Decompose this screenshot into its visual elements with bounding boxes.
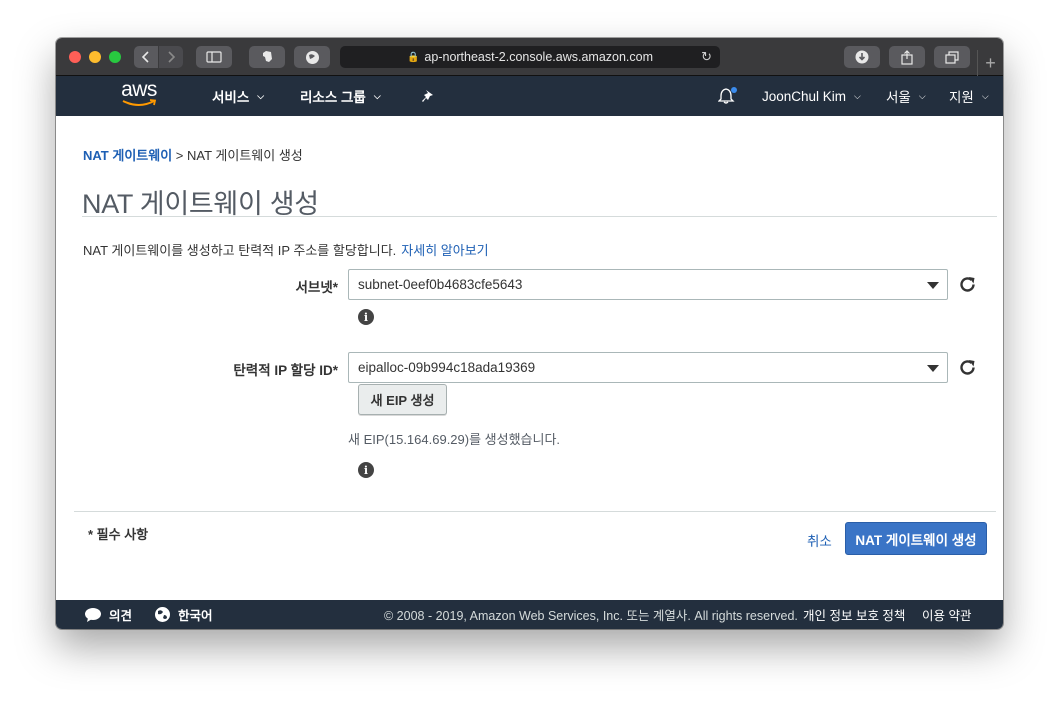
resource-groups-menu[interactable]: 리소스 그룹 ⌵ xyxy=(300,76,381,116)
pin-icon xyxy=(422,90,433,102)
tabs-overview-button[interactable] xyxy=(934,46,970,68)
page-description: NAT 게이트웨이를 생성하고 탄력적 IP 주소를 할당합니다. 자세히 알아보… xyxy=(83,243,489,258)
services-menu[interactable]: 서비스 ⌵ xyxy=(212,76,264,116)
maximize-window-button[interactable] xyxy=(109,51,121,63)
dropdown-arrow-icon xyxy=(927,365,939,372)
sidebar-toggle-button[interactable] xyxy=(196,46,232,68)
required-note: * 필수 사항 xyxy=(88,527,149,542)
learn-more-link[interactable]: 자세히 알아보기 xyxy=(401,243,488,258)
create-new-eip-button[interactable]: 새 EIP 생성 xyxy=(358,384,447,415)
breadcrumb-separator: > xyxy=(172,148,187,163)
bell-icon xyxy=(718,87,737,104)
reload-icon[interactable]: ↻ xyxy=(701,49,712,65)
chevron-left-icon xyxy=(141,51,149,63)
terms-of-use-link[interactable]: 이용 약관 xyxy=(922,600,971,629)
form-footer-divider xyxy=(74,511,996,512)
console-footer: 의견 한국어 © 2008 - 2019, Amazon Web Service… xyxy=(56,600,1003,629)
support-menu[interactable]: 지원 ⌵ xyxy=(949,76,989,116)
aws-logo[interactable]: aws xyxy=(118,79,160,109)
share-icon xyxy=(901,49,913,65)
subnet-refresh-icon[interactable] xyxy=(958,275,978,295)
url-text: ap-northeast-2.console.aws.amazon.com xyxy=(424,50,654,64)
notifications-button[interactable] xyxy=(718,76,738,116)
browser-window: 🔒 ap-northeast-2.console.aws.amazon.com … xyxy=(56,38,1003,629)
chevron-down-icon: ⌵ xyxy=(373,90,381,101)
privacy-policy-link[interactable]: 개인 정보 보호 정책 xyxy=(803,600,905,629)
lock-icon: 🔒 xyxy=(406,51,420,63)
sidebar-icon xyxy=(206,51,222,63)
chevron-down-icon: ⌵ xyxy=(918,90,926,101)
breadcrumb-current: NAT 게이트웨이 생성 xyxy=(187,148,303,163)
region-menu[interactable]: 서울 ⌵ xyxy=(886,76,926,116)
chevron-down-icon: ⌵ xyxy=(981,90,989,101)
aws-top-nav: aws 서비스 ⌵ 리소스 그룹 ⌵ JoonChul Kim ⌵ 서울 ⌵ 지… xyxy=(56,76,1003,116)
subnet-select[interactable]: subnet-0eef0b4683cfe5643 xyxy=(348,269,948,300)
minimize-window-button[interactable] xyxy=(89,51,101,63)
extension-button[interactable] xyxy=(294,46,330,68)
copyright-text: © 2008 - 2019, Amazon Web Services, Inc.… xyxy=(384,609,798,623)
cancel-link[interactable]: 취소 xyxy=(807,530,832,550)
globe-icon xyxy=(154,606,171,623)
evernote-extension-button[interactable] xyxy=(249,46,285,68)
user-menu[interactable]: JoonChul Kim ⌵ xyxy=(762,76,861,116)
feedback-button[interactable]: 의견 xyxy=(84,600,132,629)
browser-toolbar: 🔒 ap-northeast-2.console.aws.amazon.com … xyxy=(56,38,1003,76)
forward-button[interactable] xyxy=(159,46,183,68)
language-selector[interactable]: 한국어 xyxy=(154,600,213,629)
dropdown-arrow-icon xyxy=(927,282,939,289)
address-bar[interactable]: 🔒 ap-northeast-2.console.aws.amazon.com … xyxy=(340,46,720,68)
globe-extension-icon xyxy=(305,50,319,64)
close-window-button[interactable] xyxy=(69,51,81,63)
chevron-down-icon: ⌵ xyxy=(257,90,265,101)
main-content: NAT 게이트웨이 > NAT 게이트웨이 생성 NAT 게이트웨이 생성 NA… xyxy=(56,116,1003,600)
title-divider xyxy=(82,216,997,217)
tabs-icon xyxy=(945,50,959,64)
chevron-down-icon: ⌵ xyxy=(854,90,861,101)
eip-allocation-label: 탄력적 IP 할당 ID* xyxy=(233,363,338,378)
eip-allocation-select[interactable]: eipalloc-09b994c18ada19369 xyxy=(348,352,948,383)
chevron-right-icon xyxy=(168,51,176,63)
evernote-icon xyxy=(263,51,272,62)
pin-shortcuts-button[interactable] xyxy=(421,76,435,116)
aws-smile-icon xyxy=(122,99,157,106)
download-icon xyxy=(855,50,869,64)
eip-created-message: 새 EIP(15.164.69.29)를 생성했습니다. xyxy=(348,432,561,447)
new-tab-button[interactable]: + xyxy=(977,50,1003,76)
back-button[interactable] xyxy=(134,46,158,68)
breadcrumb-nat-gateways-link[interactable]: NAT 게이트웨이 xyxy=(83,148,172,163)
eip-refresh-icon[interactable] xyxy=(958,358,978,378)
subnet-label: 서브넷* xyxy=(295,280,338,295)
create-nat-gateway-button[interactable]: NAT 게이트웨이 생성 xyxy=(845,522,987,555)
eip-info-icon[interactable]: i xyxy=(358,462,374,478)
share-button[interactable] xyxy=(889,46,925,68)
downloads-button[interactable] xyxy=(844,46,880,68)
subnet-info-icon[interactable]: i xyxy=(358,309,374,325)
speech-bubble-icon xyxy=(84,607,102,623)
breadcrumb: NAT 게이트웨이 > NAT 게이트웨이 생성 xyxy=(83,145,303,164)
